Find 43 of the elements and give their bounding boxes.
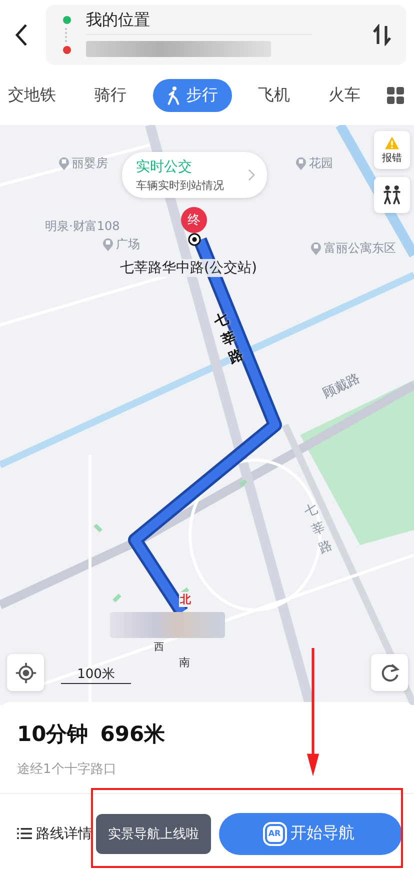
chevron-right-icon bbox=[248, 169, 255, 181]
warning-icon bbox=[384, 136, 400, 150]
mode-tab[interactable]: 飞机 bbox=[246, 78, 302, 112]
north-label: 北 bbox=[179, 592, 192, 607]
locate-button[interactable] bbox=[7, 654, 44, 691]
west-label: 西 bbox=[154, 641, 164, 654]
start-navigation-button[interactable]: AR 开始导航 bbox=[219, 812, 402, 854]
people-icon bbox=[381, 185, 403, 205]
map-label: 七莘路华中路(公交站) bbox=[118, 259, 259, 277]
list-icon bbox=[17, 827, 32, 840]
mode-tab[interactable]: 步行 bbox=[152, 78, 232, 112]
grid-menu-icon[interactable] bbox=[386, 86, 404, 104]
scale-bar: 100米 bbox=[61, 665, 131, 684]
route-details-link[interactable]: 路线详情 bbox=[17, 824, 92, 842]
duration-text: 10分钟 bbox=[17, 721, 88, 748]
map-label: 丽婴房 bbox=[58, 155, 108, 172]
back-icon[interactable] bbox=[14, 22, 28, 46]
map-label: 七莘路 bbox=[302, 500, 336, 558]
map-label: 七莘路 bbox=[212, 310, 246, 369]
destination-dot-icon bbox=[63, 46, 71, 54]
origin-dot-icon bbox=[63, 16, 71, 24]
swap-icon[interactable] bbox=[372, 24, 392, 46]
refresh-button[interactable] bbox=[371, 654, 408, 691]
map-label: 顾戴路 bbox=[320, 370, 363, 403]
mode-tab[interactable]: 火车 bbox=[316, 78, 373, 112]
map-label: 花园 bbox=[295, 155, 333, 172]
map-label: 广场 bbox=[102, 236, 140, 253]
mode-tab[interactable]: 骑行 bbox=[82, 78, 138, 112]
distance-text: 696米 bbox=[100, 721, 166, 748]
live-bus-popup[interactable]: 实时公交 车辆实时到站情况 bbox=[122, 152, 267, 198]
tooltip: 实景导航上线啦 bbox=[96, 814, 211, 854]
map-label: 富丽公寓东区 bbox=[310, 240, 396, 257]
map-label: 明泉·财富108 bbox=[45, 218, 120, 235]
mode-tab[interactable]: 交地铁 bbox=[0, 78, 68, 112]
origin-field[interactable]: 我的位置 bbox=[86, 6, 372, 34]
south-label: 南 bbox=[179, 655, 190, 670]
stop-marker-icon bbox=[188, 233, 201, 246]
people-button[interactable] bbox=[374, 177, 410, 213]
locate-icon bbox=[14, 662, 36, 684]
report-error-button[interactable]: 报错 bbox=[374, 131, 410, 169]
route-note: 途经1个十字路口 bbox=[17, 761, 118, 778]
dotted-line-icon bbox=[65, 28, 69, 42]
ar-icon: AR bbox=[266, 826, 282, 842]
